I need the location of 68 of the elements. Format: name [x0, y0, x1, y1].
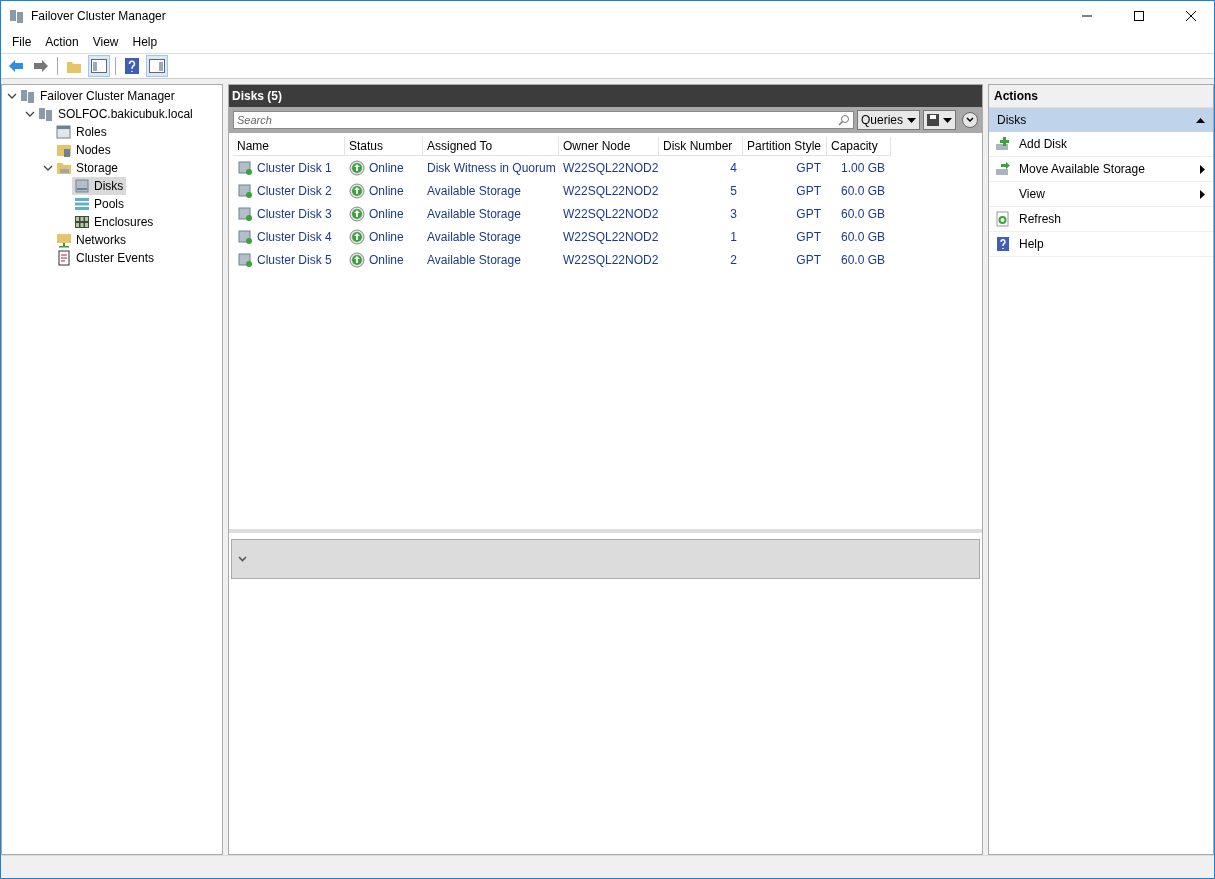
menu-item[interactable]: View	[85, 33, 126, 51]
column-header[interactable]: Assigned To	[423, 137, 559, 156]
tree-item[interactable]: Networks	[54, 231, 129, 249]
table-cell-text: Available Storage	[426, 251, 522, 269]
task-link[interactable]: Help	[1019, 237, 1205, 251]
table-cell-text: GPT	[795, 159, 822, 177]
tree-item[interactable]: Enclosures	[72, 213, 157, 231]
table-cell: Online	[345, 225, 423, 248]
table-cell-text: W22SQL22NOD2	[562, 205, 659, 223]
table-cell-text: W22SQL22NOD2	[562, 228, 659, 246]
tree-item[interactable]: Nodes	[54, 141, 114, 159]
table-cell: Cluster Disk 2	[233, 179, 345, 202]
panel-title: Disks (5)	[229, 85, 982, 107]
table-cell-text: 60.0 GB	[839, 205, 886, 223]
queries-button[interactable]: Queries	[856, 110, 920, 130]
table-cell: Cluster Disk 3	[233, 202, 345, 225]
tree-item[interactable]: Roles	[54, 123, 110, 141]
tree-item[interactable]: Failover Cluster Manager	[18, 87, 178, 105]
table-cell-text: 60.0 GB	[839, 228, 886, 246]
table-cell-text: GPT	[795, 205, 822, 223]
tree-item[interactable]: Storage	[54, 159, 122, 177]
tree-item[interactable]: Cluster Events	[54, 249, 158, 267]
column-header[interactable]: Name	[233, 137, 345, 156]
menu-item[interactable]: Help	[125, 33, 165, 51]
actions-section[interactable]: Disks	[989, 108, 1213, 132]
table-cell-text: GPT	[795, 228, 822, 246]
table-cell: Online	[345, 156, 423, 179]
table-cell: Online	[345, 179, 423, 202]
table-cell: Cluster Disk 1	[233, 156, 345, 179]
task-link[interactable]: Move Available Storage	[1019, 162, 1192, 176]
table-cell-text: W22SQL22NOD2	[562, 251, 659, 269]
table-cell-text: GPT	[795, 251, 822, 269]
column-header[interactable]: Disk Number	[659, 137, 743, 156]
task-link[interactable]: Add Disk	[1019, 137, 1205, 151]
table-cell-text: W22SQL22NOD2	[562, 182, 659, 200]
table-cell-text: 2	[729, 251, 738, 269]
tree-item[interactable]: Disks	[72, 177, 127, 195]
table-cell-text: 1	[729, 228, 738, 246]
menu-item[interactable]: File	[5, 33, 39, 51]
table-cell: Cluster Disk 4	[233, 225, 345, 248]
table-cell-text: GPT	[795, 182, 822, 200]
table-cell-text: 60.0 GB	[839, 251, 886, 269]
task-link[interactable]: Refresh	[1019, 212, 1205, 226]
tree-item[interactable]: Pools	[72, 195, 128, 213]
table-cell-text: Available Storage	[426, 205, 522, 223]
column-header[interactable]: Capacity	[827, 137, 891, 156]
menu-item[interactable]: Action	[38, 33, 86, 51]
table-cell-text: Available Storage	[426, 228, 522, 246]
table-cell-text: 60.0 GB	[839, 182, 886, 200]
column-header[interactable]: Status	[345, 137, 423, 156]
table-cell-text: Disk Witness in Quorum	[426, 159, 557, 177]
table-cell: Online	[345, 248, 423, 271]
section-label: Disks	[997, 113, 1027, 127]
table-cell-text: 4	[729, 159, 738, 177]
search-field[interactable]: Search	[233, 111, 854, 129]
window-title: Failover Cluster Manager	[31, 9, 167, 23]
actions-title: Actions	[989, 85, 1213, 108]
table-cell-text: Available Storage	[426, 182, 522, 200]
task-link[interactable]: View	[1019, 187, 1192, 201]
table-cell-text: 3	[729, 205, 738, 223]
tree-item[interactable]: SOLFOC.bakicubuk.local	[36, 105, 196, 123]
table-cell: Online	[345, 202, 423, 225]
table-cell-text: 5	[729, 182, 738, 200]
table-cell-text: W22SQL22NOD2	[562, 159, 659, 177]
table-cell-text: 1.00 GB	[839, 159, 886, 177]
column-header[interactable]: Owner Node	[559, 137, 659, 156]
table-cell: Cluster Disk 5	[233, 248, 345, 271]
column-header[interactable]: Partition Style	[743, 137, 827, 156]
